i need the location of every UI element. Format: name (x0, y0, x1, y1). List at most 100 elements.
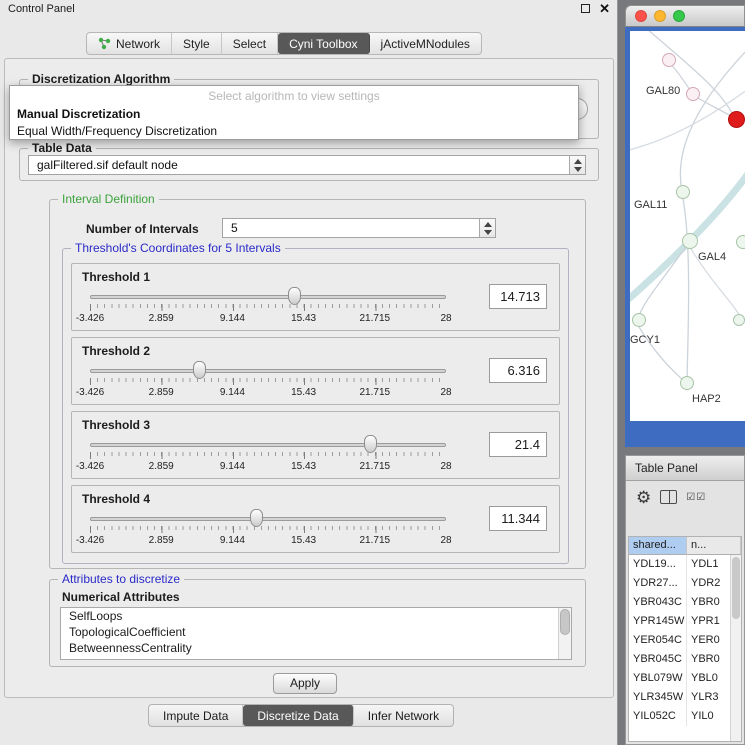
slider-thumb[interactable] (250, 509, 263, 527)
slider-thumb[interactable] (288, 287, 301, 305)
table-cell[interactable]: YDR27... (629, 574, 687, 593)
network-node[interactable] (733, 314, 745, 326)
slider-thumb[interactable] (193, 361, 206, 379)
close-traffic-light-icon[interactable] (635, 10, 647, 22)
table-scrollbar[interactable] (730, 555, 741, 741)
tab-impute-data[interactable]: Impute Data (149, 705, 243, 726)
minimize-icon[interactable] (581, 4, 590, 13)
table-row[interactable]: YBR045C YBR0 (629, 650, 741, 669)
table-row[interactable]: YER054C YER0 (629, 631, 741, 650)
tab-style[interactable]: Style (172, 33, 222, 54)
slider-tick-labels: -3.426 2.859 9.144 15.43 21.715 28 (90, 387, 446, 399)
table-cell[interactable]: YER054C (629, 631, 687, 650)
tick-label: 28 (440, 535, 451, 546)
threshold-3-slider[interactable]: -3.426 2.859 9.144 15.43 21.715 28 (90, 434, 446, 476)
threshold-1-panel: Threshold 1 14.713 -3.426 2.859 9.144 15… (71, 263, 560, 331)
threshold-4-slider[interactable]: -3.426 2.859 9.144 15.43 21.715 28 (90, 508, 446, 550)
threshold-1-slider[interactable]: -3.426 2.859 9.144 15.43 21.715 28 (90, 286, 446, 328)
table-row[interactable]: YLR345W YLR3 (629, 688, 741, 707)
close-icon[interactable]: ✕ (599, 3, 610, 14)
threshold-3-value-field[interactable]: 21.4 (489, 432, 547, 457)
tick-label: -3.426 (76, 387, 104, 398)
column-header-name[interactable]: n... (687, 537, 741, 555)
table-cell[interactable]: YBL079W (629, 669, 687, 688)
table-cell[interactable]: YBR043C (629, 593, 687, 612)
column-header-shared-name[interactable]: shared... (629, 537, 687, 555)
list-item[interactable]: BetweennessCentrality (61, 640, 571, 656)
tab-label: Discretize Data (257, 709, 338, 723)
threshold-2-slider[interactable]: -3.426 2.859 9.144 15.43 21.715 28 (90, 360, 446, 402)
threshold-4-value-field[interactable]: 11.344 (489, 506, 547, 531)
table-row[interactable]: YDL19... YDL1 (629, 555, 741, 574)
network-node[interactable] (632, 313, 646, 327)
network-canvas[interactable]: GAL80 GAL11 GAL4 GCY1 HAP2 (630, 31, 745, 421)
slider-track[interactable] (90, 517, 446, 521)
number-of-intervals-combobox[interactable]: 5 (222, 218, 496, 238)
table-cell[interactable]: YLR345W (629, 688, 687, 707)
scrollbar-thumb[interactable] (560, 609, 570, 635)
table-row[interactable]: YPR145W YPR1 (629, 612, 741, 631)
discretization-algorithm-group-title: Discretization Algorithm (28, 72, 174, 86)
selected-network-node[interactable] (728, 111, 745, 128)
column-chooser-icon[interactable] (660, 490, 677, 504)
tab-jactivemnodules[interactable]: jActiveMNodules (370, 33, 481, 54)
algorithm-option-manual[interactable]: Manual Discretization (10, 105, 578, 122)
threshold-1-label: Threshold 1 (82, 270, 150, 284)
slider-track[interactable] (90, 369, 446, 373)
minimize-traffic-light-icon[interactable] (654, 10, 666, 22)
tick-label: 21.715 (360, 461, 391, 472)
tab-label: jActiveMNodules (381, 37, 470, 51)
apply-button[interactable]: Apply (273, 673, 337, 694)
arrow-down-icon (574, 167, 582, 172)
zoom-traffic-light-icon[interactable] (673, 10, 685, 22)
attributes-to-discretize-group: Attributes to discretize Numerical Attri… (49, 579, 586, 667)
table-row[interactable]: YBL079W YBL0 (629, 669, 741, 688)
tick-label: 28 (440, 387, 451, 398)
table-row[interactable]: YDR27... YDR2 (629, 574, 741, 593)
table-row[interactable]: YBR043C YBR0 (629, 593, 741, 612)
node-table[interactable]: shared... n... YDL19... YDL1 YDR27... YD… (628, 536, 742, 742)
list-item[interactable]: TopologicalCoefficient (61, 624, 571, 640)
list-item[interactable]: SelfLoops (61, 608, 571, 624)
table-cell[interactable]: YDL19... (629, 555, 687, 574)
table-cell[interactable]: YPR145W (629, 612, 687, 631)
tab-infer-network[interactable]: Infer Network (354, 705, 453, 726)
attributes-group-title: Attributes to discretize (58, 572, 184, 586)
tab-cyni-toolbox[interactable]: Cyni Toolbox (278, 33, 369, 54)
tick-label: 9.144 (220, 461, 245, 472)
network-node[interactable] (680, 376, 694, 390)
tab-network[interactable]: Network (87, 33, 172, 54)
numerical-attributes-list[interactable]: SelfLoops TopologicalCoefficient Between… (60, 607, 572, 660)
network-node[interactable] (662, 53, 676, 67)
tab-label: Network (116, 37, 160, 51)
tab-discretize-data[interactable]: Discretize Data (243, 705, 353, 726)
algorithm-placeholder-option[interactable]: Select algorithm to view settings (10, 86, 578, 105)
slider-track[interactable] (90, 443, 446, 447)
tab-select[interactable]: Select (222, 33, 278, 54)
slider-track[interactable] (90, 295, 446, 299)
network-node[interactable] (686, 87, 700, 101)
tick-label: 9.144 (220, 313, 245, 324)
window-title: Control Panel (8, 3, 75, 15)
tick-label: 15.43 (291, 387, 316, 398)
table-cell[interactable]: YIL052C (629, 707, 687, 726)
combo-stepper-icon[interactable] (479, 219, 495, 237)
list-scrollbar[interactable] (558, 608, 571, 659)
threshold-4-panel: Threshold 4 11.344 -3.426 2.859 9.144 15… (71, 485, 560, 553)
threshold-1-value-field[interactable]: 14.713 (489, 284, 547, 309)
scrollbar-thumb[interactable] (732, 557, 740, 619)
select-columns-icon[interactable]: ☑☑ (686, 492, 706, 503)
slider-thumb[interactable] (364, 435, 377, 453)
network-node[interactable] (736, 235, 745, 249)
network-node[interactable] (682, 233, 698, 249)
network-node[interactable] (676, 185, 690, 199)
table-data-combobox[interactable]: galFiltered.sif default node (28, 155, 586, 175)
table-row[interactable]: YIL052C YIL0 (629, 707, 741, 726)
table-cell[interactable]: YBR045C (629, 650, 687, 669)
combo-stepper-icon[interactable] (569, 156, 585, 174)
network-window-titlebar[interactable] (625, 5, 745, 27)
threshold-2-value-field[interactable]: 6.316 (489, 358, 547, 383)
settings-gear-icon[interactable]: ⚙ (636, 489, 651, 506)
algorithm-option-equal-width[interactable]: Equal Width/Frequency Discretization (10, 122, 578, 139)
tab-label: Style (183, 37, 210, 51)
